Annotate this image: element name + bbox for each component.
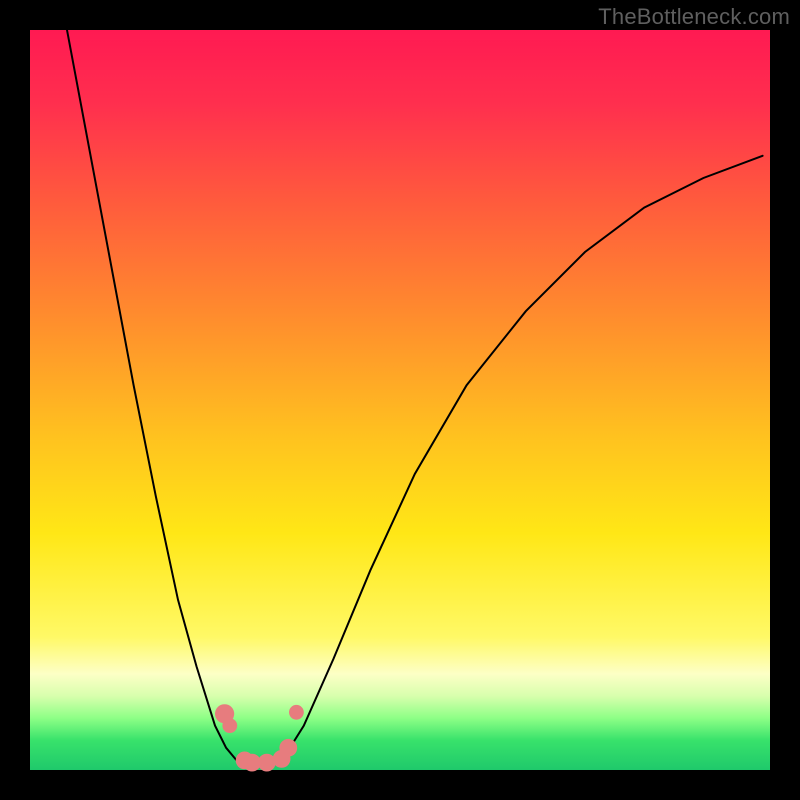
- curve-markers: [215, 704, 304, 771]
- curve-marker: [279, 739, 297, 757]
- plot-area: [30, 30, 770, 770]
- curve-layer: [30, 30, 770, 770]
- chart-frame: TheBottleneck.com: [0, 0, 800, 800]
- curve-marker: [222, 718, 237, 733]
- watermark-text: TheBottleneck.com: [598, 4, 790, 30]
- curve-marker: [258, 754, 276, 772]
- bottleneck-curve: [67, 30, 763, 763]
- curve-marker: [289, 705, 304, 720]
